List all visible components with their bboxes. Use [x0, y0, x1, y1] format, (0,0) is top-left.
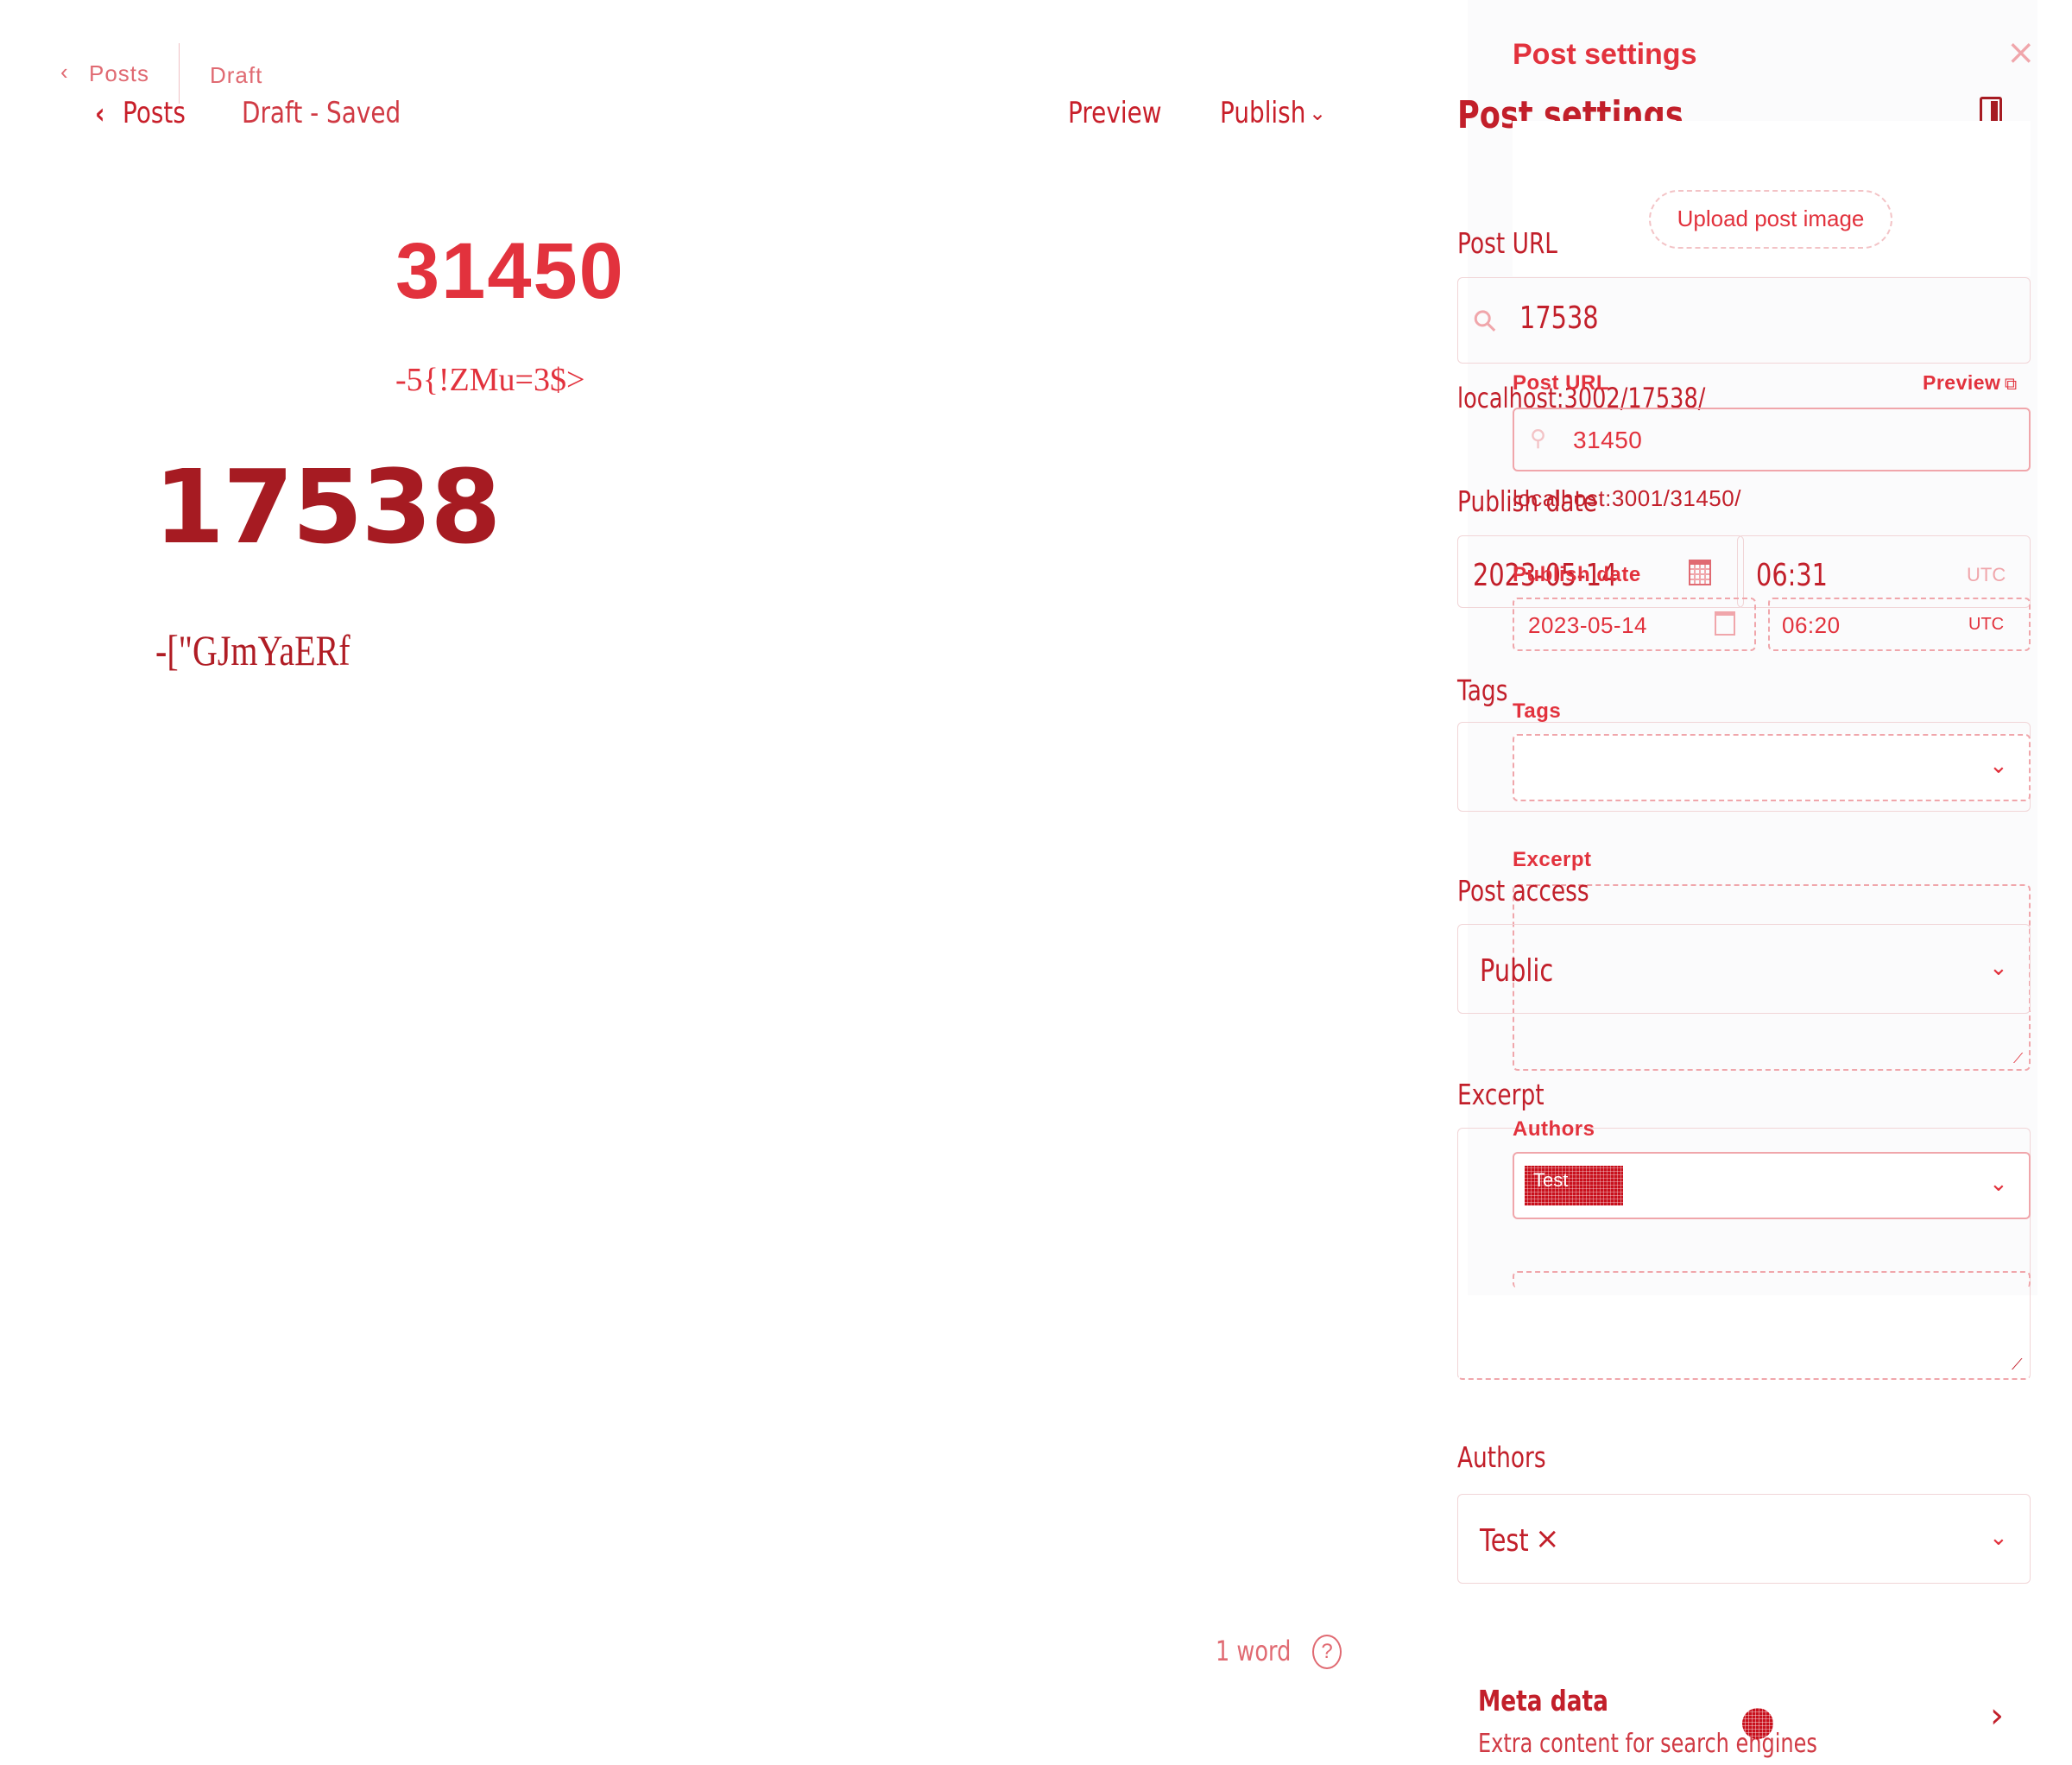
settings-heading-small: Post settings [1513, 38, 1697, 71]
tags-label: Tags [1457, 674, 1508, 707]
author-chip[interactable]: Test [1480, 1523, 1529, 1559]
post-access-label: Post access [1457, 874, 1589, 908]
help-icon[interactable]: ? [1312, 1635, 1342, 1669]
publish-time-input-small[interactable]: 06:20 [1782, 612, 1841, 639]
post-status: Draft - Saved [242, 96, 401, 130]
cursor-dot-icon [1742, 1708, 1773, 1739]
post-url-label-small: Post URL [1513, 371, 1609, 395]
post-status-small: Draft [210, 62, 263, 88]
publish-date-input-small[interactable]: 2023-05-14 [1528, 612, 1647, 639]
author-chip-small[interactable]: Test [1525, 1166, 1623, 1205]
preview-link[interactable]: Preview ⧉ [1923, 371, 2017, 395]
calendar-icon[interactable] [1689, 560, 1711, 585]
external-link-icon: ⧉ [2004, 375, 2018, 394]
post-title[interactable]: 17538 [154, 447, 502, 566]
tags-label-small: Tags [1513, 699, 1562, 723]
ghost-post-title[interactable]: 31450 [395, 226, 625, 317]
tags-chevron-icon: ⌄ [1989, 753, 2008, 779]
post-url-input[interactable]: 17538 [1519, 300, 1599, 336]
post-url-label: Post URL [1457, 226, 1558, 260]
word-count: 1 word [1216, 1635, 1292, 1667]
post-access-value: Public [1480, 953, 1554, 989]
meta-data-title: Meta data [1478, 1684, 1608, 1718]
post-url-input-small[interactable]: 31450 [1573, 427, 1642, 454]
back-chevron-icon[interactable]: ‹ [60, 59, 69, 85]
excerpt-label: Excerpt [1457, 1078, 1545, 1111]
preview-button[interactable]: Preview [1068, 96, 1162, 130]
publish-label: Publish [1220, 96, 1306, 130]
authors-label-small: Authors [1513, 1117, 1595, 1141]
back-to-posts-link-small[interactable]: Posts [89, 60, 149, 87]
excerpt-continuation-small [1513, 1271, 2031, 1288]
timezone-label: UTC [1967, 564, 2006, 585]
authors-chevron-icon: ⌄ [1989, 1525, 2008, 1551]
authors-label: Authors [1457, 1440, 1546, 1474]
post-body[interactable]: -["GJmYaERf [155, 625, 351, 675]
ghost-post-body[interactable]: -5{!ZMu=3$> [395, 361, 584, 399]
publish-time-input[interactable]: 06:31 [1756, 558, 1828, 593]
back-chevron-icon-big[interactable]: ‹ [95, 97, 104, 131]
publish-date-label: Publish date [1457, 484, 1598, 518]
excerpt-label-small: Excerpt [1513, 848, 1592, 871]
chevron-right-icon: › [1990, 1696, 2004, 1736]
calendar-icon-small[interactable] [1715, 611, 1735, 636]
link-icon-small: ⚲ [1530, 425, 1547, 451]
upload-image-button[interactable]: Upload post image [1649, 190, 1892, 249]
preview-link-label: Preview [1923, 371, 2001, 394]
excerpt-resize-icon-small: ⟋ [2013, 1052, 2024, 1066]
topbar-divider [179, 43, 180, 104]
tags-field-small[interactable] [1513, 734, 2031, 801]
publish-button[interactable]: Publish ⌄ [1220, 96, 1327, 130]
author-remove-icon[interactable]: × [1535, 1521, 1560, 1556]
post-access-chevron-icon: ⌄ [1989, 955, 2008, 981]
publish-date-label-small: Publish date [1513, 563, 1641, 586]
back-to-posts-link[interactable]: Posts [123, 96, 186, 130]
authors-chevron-icon-small: ⌄ [1989, 1171, 2008, 1197]
timezone-label-small: UTC [1968, 615, 2005, 634]
chevron-down-icon: ⌄ [1309, 102, 1327, 125]
close-icon[interactable]: × [2006, 33, 2036, 73]
excerpt-resize-icon: ⟋ [2012, 1356, 2023, 1373]
